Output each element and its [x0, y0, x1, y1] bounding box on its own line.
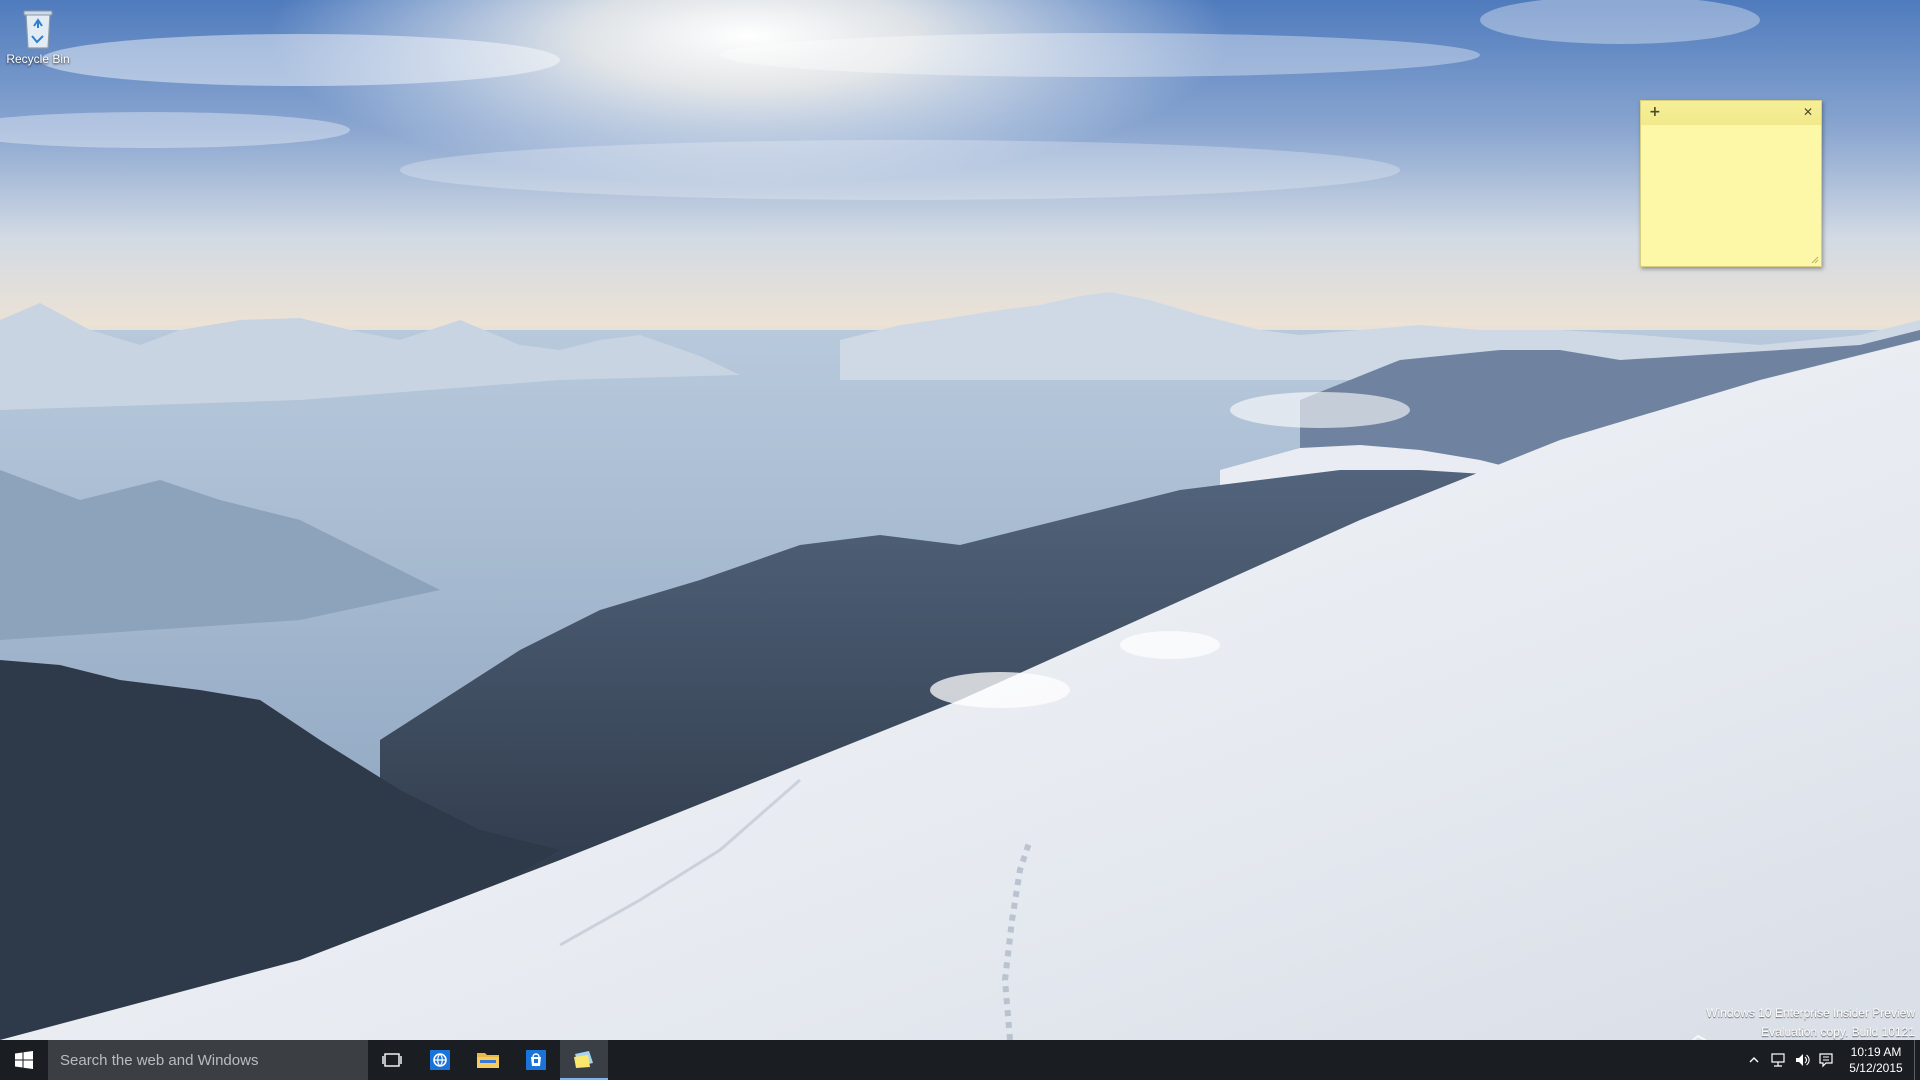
desktop-icon-label: Recycle Bin: [6, 52, 70, 66]
chevron-up-icon: [1749, 1057, 1759, 1063]
task-view-icon: [382, 1053, 402, 1067]
resize-grip-icon[interactable]: [1811, 256, 1819, 264]
clock-date: 5/12/2015: [1849, 1061, 1903, 1075]
ie-icon: [430, 1050, 450, 1070]
show-desktop-button[interactable]: [1914, 1040, 1920, 1080]
store-icon: [526, 1050, 546, 1070]
recycle-bin-icon: [23, 10, 53, 49]
action-center-button[interactable]: [1814, 1040, 1838, 1080]
volume-icon: [1796, 1054, 1810, 1066]
network-button[interactable]: [1766, 1040, 1790, 1080]
add-note-button[interactable]: +: [1649, 104, 1661, 120]
volume-button[interactable]: [1790, 1040, 1814, 1080]
windows-logo-icon: [15, 1051, 33, 1069]
folder-icon: [477, 1053, 499, 1068]
close-note-button[interactable]: ✕: [1803, 104, 1813, 120]
start-button[interactable]: [0, 1040, 48, 1080]
sticky-notes-icon: [574, 1051, 593, 1068]
taskbar-app-store[interactable]: [512, 1040, 560, 1080]
desktop-wallpaper: [0, 0, 1920, 1080]
taskbar-app-sticky-notes[interactable]: [560, 1040, 608, 1080]
sticky-note-window[interactable]: + ✕: [1640, 100, 1822, 267]
action-center-icon: [1819, 1053, 1833, 1068]
task-view-button[interactable]: [368, 1040, 416, 1080]
desktop-icon-recycle-bin[interactable]: Recycle Bin: [4, 6, 72, 66]
system-tray: 10:19 AM 5/12/2015: [1742, 1040, 1920, 1080]
clock-time: 10:19 AM: [1850, 1045, 1902, 1059]
desktop[interactable]: Recycle Bin + ✕ Windows 10 Enterprise In…: [0, 0, 1920, 1080]
network-icon: [1771, 1053, 1785, 1067]
sticky-note-title-bar[interactable]: + ✕: [1641, 101, 1821, 125]
watermark-edition: Windows 10 Enterprise Insider Preview: [1706, 1006, 1915, 1020]
taskbar: Search the web and Windows 10:19 AM 5/12…: [0, 1040, 1920, 1080]
search-placeholder: Search the web and Windows: [60, 1051, 259, 1069]
taskbar-app-file-explorer[interactable]: [464, 1040, 512, 1080]
taskbar-app-internet-explorer[interactable]: [416, 1040, 464, 1080]
taskbar-clock[interactable]: 10:19 AM 5/12/2015: [1838, 1040, 1914, 1080]
sticky-note-text[interactable]: [1641, 125, 1821, 266]
windows-build-watermark: Windows 10 Enterprise Insider Preview Ev…: [1706, 1004, 1915, 1042]
search-box[interactable]: Search the web and Windows: [48, 1040, 368, 1080]
show-hidden-icons-button[interactable]: [1742, 1040, 1766, 1080]
